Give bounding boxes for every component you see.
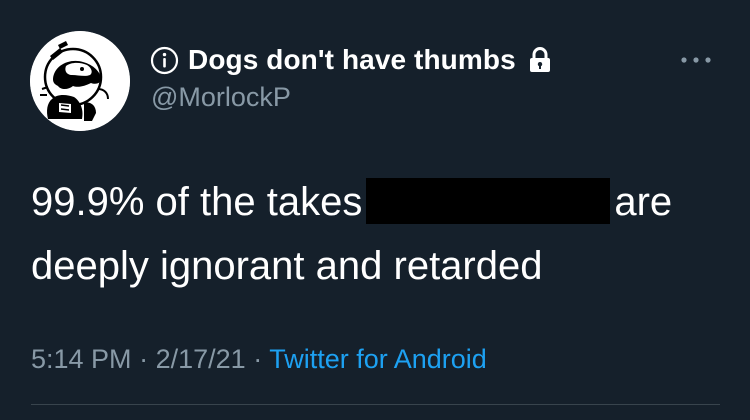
tweet-text-before-redaction: 99.9% of the takes (31, 180, 363, 224)
divider (31, 404, 720, 405)
metadata-separator: · (253, 344, 263, 374)
tweet-metadata: 5:14 PM · 2/17/21 · Twitter for Android (31, 341, 487, 377)
display-name: Dogs don't have thumbs (188, 44, 516, 75)
more-options-button[interactable] (676, 50, 716, 70)
user-handle[interactable]: @MorlockP (151, 80, 291, 114)
display-name-row[interactable]: Dogs don't have thumbs (150, 40, 553, 80)
avatar[interactable] (30, 31, 130, 131)
tweet-time[interactable]: 5:14 PM (31, 344, 132, 374)
tweet-text-line-1: 99.9% of the takes are (31, 170, 711, 234)
lock-icon (527, 46, 553, 74)
tweet-text: 99.9% of the takes are deeply ignorant an… (31, 170, 711, 298)
redaction-bar (366, 178, 611, 224)
more-icon (681, 57, 711, 63)
tweet-text-line-2: deeply ignorant and retarded (31, 244, 543, 288)
tweet-text-after-redaction: are (614, 180, 673, 224)
info-icon (150, 46, 179, 75)
tweet-card: Dogs don't have thumbs @MorlockP 99.9% o… (0, 0, 750, 420)
tweet-date[interactable]: 2/17/21 (156, 344, 246, 374)
metadata-separator: · (139, 344, 149, 374)
tweet-source-link[interactable]: Twitter for Android (269, 344, 487, 374)
avatar-dog-astronaut-icon (30, 31, 130, 131)
